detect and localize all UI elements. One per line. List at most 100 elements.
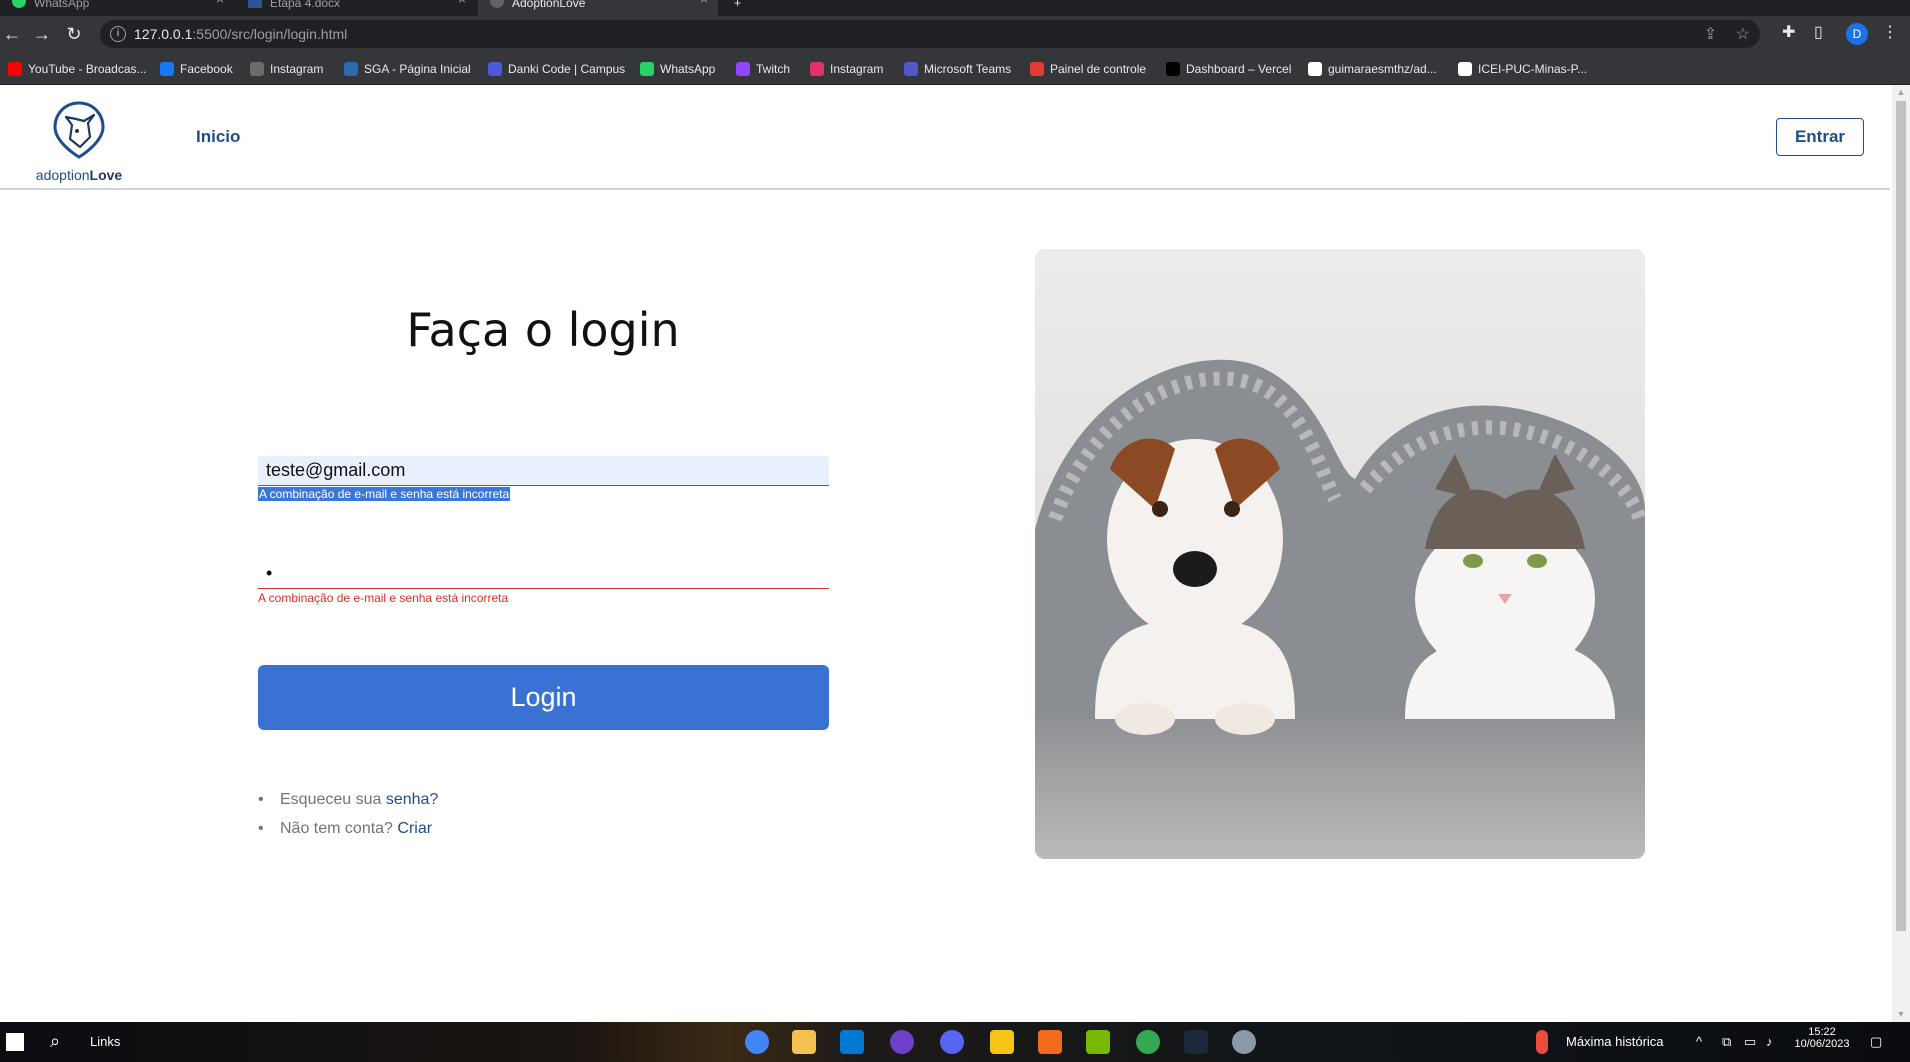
tab-whatsapp[interactable]: WhatsApp × [0, 0, 234, 16]
url-text[interactable]: 127.0.0.1:5500/src/login/login.html [134, 26, 347, 42]
bookmark-item[interactable]: guimaraesmthz/ad... [1306, 60, 1437, 78]
nav-link-inicio[interactable]: Inicio [196, 127, 240, 147]
bookmark-item[interactable]: ICEI-PUC-Minas-P... [1456, 60, 1587, 78]
tab-label: Etapa 4.docx [270, 0, 341, 10]
email-error-message: A combinação de e-mail e senha está inco… [258, 487, 511, 501]
bookmark-label: Dashboard – Vercel [1186, 62, 1292, 76]
network-icon[interactable]: ▭ [1744, 1034, 1756, 1050]
bookmark-label: ICEI-PUC-Minas-P... [1478, 62, 1588, 76]
chrome-alt-icon[interactable] [1136, 1030, 1160, 1054]
forgot-password-link[interactable]: senha? [386, 791, 439, 808]
site-info-icon[interactable]: i [110, 26, 126, 42]
nvidia-icon[interactable] [1086, 1030, 1110, 1054]
youtube-icon [8, 62, 22, 76]
bookmark-label: Instagram [270, 62, 324, 76]
extensions-icon[interactable]: ✚ [1782, 22, 1795, 42]
page-scrollbar[interactable]: ▲ ▼ [1892, 85, 1910, 1022]
close-icon[interactable]: × [216, 0, 224, 6]
tab-adoptionlove[interactable]: AdoptionLove × [478, 0, 718, 16]
bookmarks-bar: YouTube - Broadcas... Facebook Instagram SG… [0, 52, 1910, 85]
forgot-text: Esqueceu sua [280, 791, 386, 808]
tab-label: AdoptionLove [512, 0, 586, 10]
tray-chevron-icon[interactable]: ^ [1696, 1034, 1702, 1049]
create-account-link[interactable]: Criar [397, 820, 432, 837]
bookmark-label: Instagram [830, 62, 884, 76]
scroll-down-icon[interactable]: ▼ [1896, 1009, 1906, 1019]
password-error-message: A combinação de e-mail e senha está inco… [258, 591, 509, 605]
facebook-icon [160, 62, 174, 76]
github-desktop-icon[interactable] [890, 1030, 914, 1054]
bookmark-star-icon[interactable]: ☆ [1736, 26, 1750, 43]
notifications-icon[interactable]: ▢ [1870, 1034, 1882, 1050]
bookmark-item[interactable]: Instagram [808, 60, 883, 78]
new-tab-button[interactable]: + [726, 0, 746, 16]
side-panel-icon[interactable]: ▯ [1814, 22, 1823, 42]
bookmark-item[interactable]: Twitch [734, 60, 790, 78]
windows-taskbar: ⌕ Links Máxima histórica ^ ⧉ ▭ ♪ 15:22 1… [0, 1022, 1910, 1062]
github-icon [1308, 62, 1322, 76]
share-icon[interactable]: ⇪ [1704, 26, 1717, 43]
sga-icon [344, 62, 358, 76]
volume-icon[interactable]: ♪ [1766, 1034, 1773, 1049]
discord-icon[interactable] [940, 1030, 964, 1054]
bookmark-label: Facebook [180, 62, 233, 76]
bookmark-item[interactable]: Painel de controle [1028, 60, 1146, 78]
search-icon[interactable]: ⌕ [50, 1031, 60, 1052]
bookmark-item[interactable]: SGA - Página Inicial [342, 60, 471, 78]
windows-start-icon[interactable] [6, 1033, 24, 1051]
bookmark-item[interactable]: Danki Code | Campus [486, 60, 625, 78]
logo[interactable]: adoptionLove [24, 95, 134, 185]
bookmark-item[interactable]: Instagram [248, 60, 323, 78]
scroll-up-icon[interactable]: ▲ [1896, 87, 1906, 97]
forward-icon[interactable]: → [30, 22, 54, 46]
browser-toolbar: ← → ↻ i 127.0.0.1:5500/src/login/login.h… [0, 16, 1910, 52]
menu-kebab-icon[interactable]: ⋮ [1882, 22, 1898, 42]
artstation-icon[interactable] [1038, 1030, 1062, 1054]
bookmark-item[interactable]: YouTube - Broadcas... [6, 60, 147, 78]
instagram-icon [810, 62, 824, 76]
dog-and-cat-photo [1035, 249, 1645, 859]
profile-avatar[interactable]: D [1846, 23, 1868, 45]
tray-icon[interactable]: ⧉ [1722, 1034, 1731, 1050]
steam-icon[interactable] [1184, 1030, 1208, 1054]
rockstar-icon[interactable] [990, 1030, 1014, 1054]
bookmark-label: SGA - Página Inicial [364, 62, 471, 76]
page-title: Faça o login [406, 303, 680, 357]
bookmark-label: Twitch [756, 62, 791, 76]
logo-prefix: adoption [35, 167, 90, 183]
taskbar-search-label[interactable]: Links [90, 1034, 120, 1049]
login-button[interactable]: Login [258, 665, 829, 730]
whatsapp-icon [12, 0, 26, 8]
file-explorer-icon[interactable] [792, 1030, 816, 1054]
bookmark-label: guimaraesmthz/ad... [1328, 62, 1437, 76]
tab-word-doc[interactable]: Etapa 4.docx × [236, 0, 476, 16]
logo-pet-icon [53, 101, 105, 159]
list-item: Não tem conta? Criar [258, 814, 438, 843]
bookmark-item[interactable]: Dashboard – Vercel [1164, 60, 1291, 78]
chrome-icon[interactable] [745, 1030, 769, 1054]
scrollbar-thumb[interactable] [1896, 101, 1906, 931]
page-viewport: adoptionLove Inicio Entrar Faça o login … [0, 85, 1890, 1022]
bookmark-item[interactable]: Facebook [158, 60, 233, 78]
logo-wordmark: adoptionLove [24, 167, 134, 183]
close-icon[interactable]: × [458, 0, 466, 6]
bookmark-item[interactable]: WhatsApp [638, 60, 715, 78]
reload-icon[interactable]: ↻ [62, 22, 86, 46]
email-field[interactable] [258, 456, 829, 486]
weather-widget[interactable]: Máxima histórica [1566, 1034, 1664, 1049]
control-panel-icon [1030, 62, 1044, 76]
url-path: :5500/src/login/login.html [192, 26, 348, 42]
vscode-icon[interactable] [840, 1030, 864, 1054]
bookmark-label: YouTube - Broadcas... [28, 62, 147, 76]
back-icon[interactable]: ← [0, 22, 24, 46]
bookmark-item[interactable]: Microsoft Teams [902, 60, 1011, 78]
tab-strip: WhatsApp × Etapa 4.docx × AdoptionLove ×… [0, 0, 1910, 16]
close-icon[interactable]: × [700, 0, 708, 6]
entrar-button[interactable]: Entrar [1776, 118, 1864, 156]
password-field[interactable] [258, 559, 829, 589]
twitch-icon [736, 62, 750, 76]
vercel-icon [1166, 62, 1180, 76]
app-icon[interactable] [1232, 1030, 1256, 1054]
address-bar[interactable]: i 127.0.0.1:5500/src/login/login.html ⇪ … [100, 20, 1760, 48]
clock[interactable]: 15:22 10/06/2023 [1792, 1026, 1852, 1050]
